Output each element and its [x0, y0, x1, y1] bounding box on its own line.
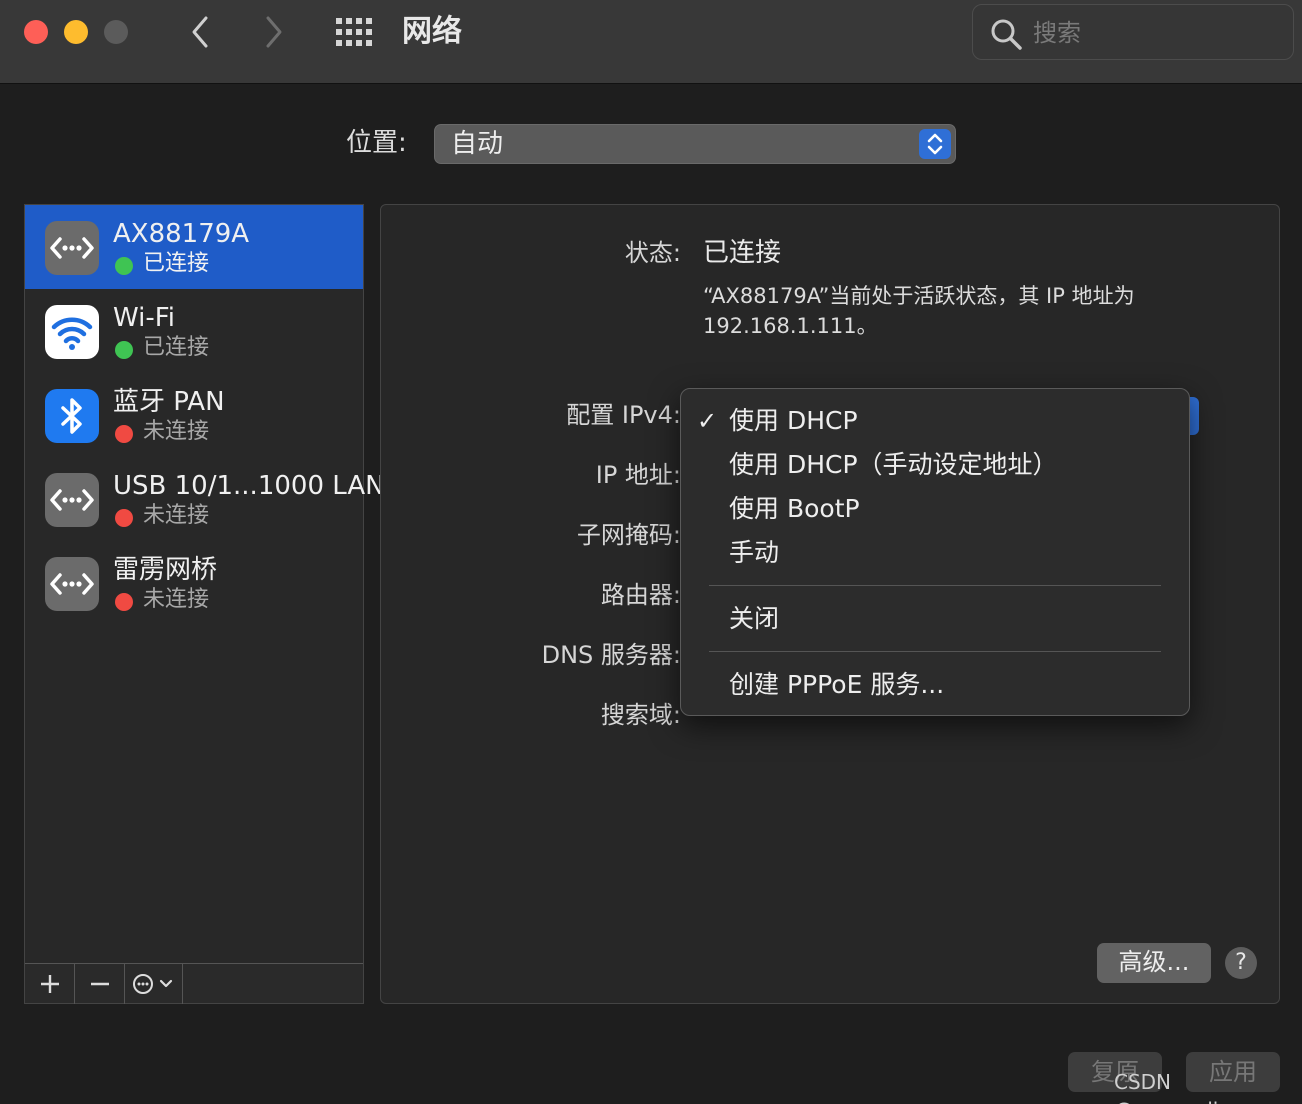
- service-status: 未连接: [143, 587, 210, 612]
- wifi-icon: [45, 305, 99, 359]
- search-input[interactable]: [1033, 15, 1273, 51]
- menu-separator: [709, 651, 1161, 652]
- ethernet-icon: [45, 557, 99, 611]
- status-dot: [115, 341, 133, 359]
- remove-service-button[interactable]: [75, 964, 125, 1004]
- service-status: 未连接: [143, 419, 210, 444]
- menu-item-label: 使用 BootP: [729, 494, 860, 523]
- advanced-button[interactable]: 高级...: [1097, 943, 1211, 983]
- popup-stepper: [919, 129, 951, 159]
- back-button[interactable]: [182, 12, 218, 52]
- service-status: 已连接: [143, 251, 210, 276]
- minimize-window-button[interactable]: [64, 20, 88, 44]
- grid-icon: [336, 18, 372, 46]
- service-status: 已连接: [143, 335, 210, 360]
- service-name: 雷雳网桥: [113, 555, 218, 585]
- add-service-button[interactable]: [25, 964, 75, 1004]
- location-select[interactable]: 自动: [434, 124, 956, 164]
- search-icon: [991, 19, 1022, 50]
- checkmark-icon: ✓: [697, 407, 718, 435]
- location-value: 自动: [451, 129, 504, 159]
- plus-icon: [41, 975, 59, 993]
- menu-item-label: 创建 PPPoE 服务...: [729, 670, 945, 699]
- more-options-icon: [133, 974, 173, 994]
- status-description: “AX88179A”当前处于活跃状态，其 IP 地址为 192.168.1.11…: [703, 284, 1135, 338]
- action-menu-button[interactable]: [125, 964, 183, 1004]
- menu-separator: [709, 585, 1161, 586]
- service-list-toolbar: [25, 963, 363, 1004]
- menu-item-label: 使用 DHCP: [729, 406, 858, 435]
- window-title: 网络: [402, 14, 462, 49]
- chevron-right-icon: [266, 16, 282, 48]
- menu-item-dhcp-manual[interactable]: 使用 DHCP（手动设定地址）: [681, 445, 1189, 485]
- status-value: 已连接: [703, 238, 782, 268]
- menu-item-off[interactable]: 关闭: [681, 599, 1189, 639]
- dns-server-label: DNS 服务器:: [541, 641, 681, 669]
- watermark-text: CSDN @caesarding: [1114, 1070, 1244, 1104]
- help-button[interactable]: ?: [1225, 947, 1257, 979]
- menu-item-label: 手动: [729, 538, 780, 567]
- show-all-button[interactable]: [334, 16, 374, 48]
- menu-item-dhcp[interactable]: ✓ 使用 DHCP: [681, 401, 1189, 441]
- title-bar: 网络: [0, 0, 1302, 84]
- status-dot: [115, 509, 133, 527]
- location-label: 位置:: [346, 128, 407, 158]
- service-name: Wi-Fi: [113, 303, 176, 333]
- status-dot: [115, 425, 133, 443]
- ip-address-label: IP 地址:: [595, 461, 681, 489]
- service-item-wifi[interactable]: Wi-Fi 已连接: [25, 289, 363, 373]
- status-label: 状态:: [624, 239, 681, 267]
- updown-chevron-icon: [927, 133, 943, 155]
- close-window-button[interactable]: [24, 20, 48, 44]
- chevron-left-icon: [192, 16, 208, 48]
- service-item-bluetooth-pan[interactable]: 蓝牙 PAN 未连接: [25, 373, 363, 457]
- menu-item-label: 关闭: [729, 604, 780, 633]
- service-status: 未连接: [143, 503, 210, 528]
- status-dot: [115, 257, 133, 275]
- search-field[interactable]: [972, 4, 1294, 60]
- menu-item-create-pppoe[interactable]: 创建 PPPoE 服务...: [681, 665, 1189, 705]
- service-item-ax88179a[interactable]: AX88179A 已连接: [25, 205, 363, 289]
- service-name: AX88179A: [113, 219, 250, 249]
- router-label: 路由器:: [600, 581, 681, 609]
- subnet-mask-label: 子网掩码:: [576, 521, 681, 549]
- forward-button[interactable]: [256, 12, 292, 52]
- bluetooth-icon: [45, 389, 99, 443]
- minus-icon: [91, 982, 109, 986]
- service-item-thunderbolt-bridge[interactable]: 雷雳网桥 未连接: [25, 541, 363, 625]
- menu-item-bootp[interactable]: 使用 BootP: [681, 489, 1189, 529]
- service-list: AX88179A 已连接 Wi-Fi 已连接 蓝牙 PAN 未连接 USB 10…: [24, 204, 385, 1004]
- config-ipv4-select[interactable]: [1189, 397, 1199, 435]
- config-ipv4-menu: ✓ 使用 DHCP 使用 DHCP（手动设定地址） 使用 BootP 手动 关闭…: [680, 388, 1190, 716]
- service-item-usb-lan[interactable]: USB 10/1...1000 LAN 未连接: [25, 457, 385, 541]
- service-name: 蓝牙 PAN: [113, 387, 225, 417]
- menu-item-manual[interactable]: 手动: [681, 533, 1189, 573]
- search-domain-label: 搜索域:: [600, 701, 681, 729]
- status-dot: [115, 593, 133, 611]
- ethernet-icon: [45, 221, 99, 275]
- service-name: USB 10/1...1000 LAN: [113, 471, 385, 501]
- menu-item-label: 使用 DHCP（手动设定地址）: [729, 450, 1058, 479]
- config-ipv4-label: 配置 IPv4:: [566, 401, 681, 429]
- ethernet-icon: [45, 473, 99, 527]
- zoom-window-button[interactable]: [104, 20, 128, 44]
